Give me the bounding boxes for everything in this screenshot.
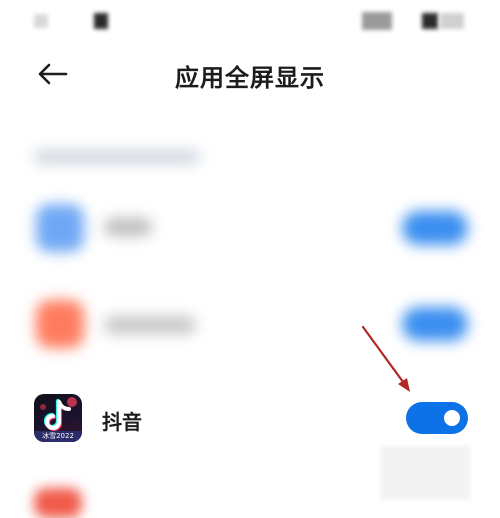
section-label [34,150,200,164]
app-name: 抖音 [102,410,142,434]
app-icon [34,488,82,518]
fullscreen-toggle-douyin[interactable] [406,402,468,434]
list-item [0,286,500,366]
fullscreen-toggle[interactable] [402,307,468,341]
status-bar [0,0,500,44]
app-name [104,316,196,334]
status-bar-wifi [422,13,438,29]
app-name [104,218,152,236]
header: 应用全屏显示 [0,44,500,108]
toggle-knob [444,410,460,426]
status-bar-battery [440,13,464,29]
page-title: 应用全屏显示 [175,64,325,92]
fullscreen-toggle[interactable] [402,211,468,245]
status-bar-left-indicator [94,13,108,29]
blurred-area [380,446,470,500]
list-item [0,188,500,268]
status-bar-left-indicator [34,14,48,28]
app-icon [36,300,84,348]
douyin-app-icon: 冰雪2022 [34,394,82,442]
status-bar-signal [362,12,392,30]
app-icon-caption: 冰雪2022 [34,431,82,442]
app-icon [36,204,84,252]
